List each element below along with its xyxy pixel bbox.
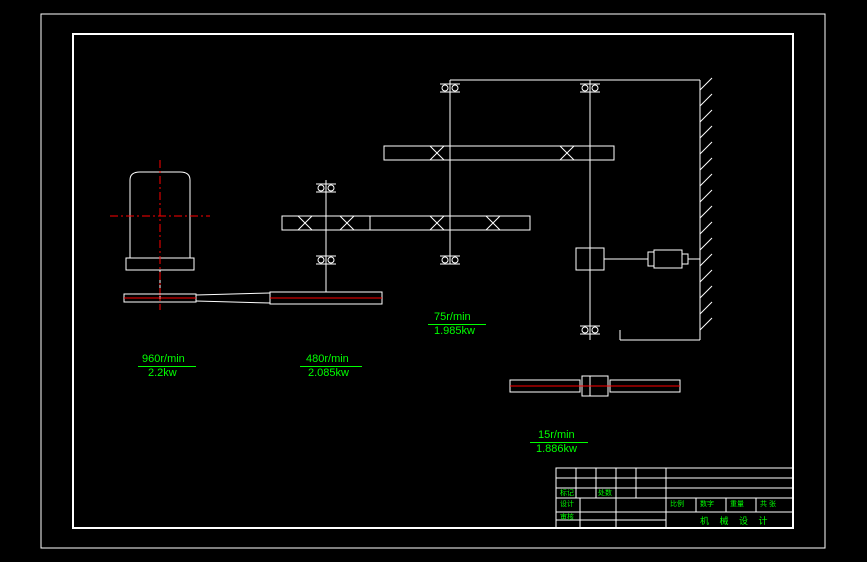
tb-title: 机 械 设 计 — [700, 517, 772, 526]
tb-cell: 数字 — [700, 501, 714, 508]
cad-canvas: 960r/min 2.2kw 480r/min 2.085kw 75r/min … — [0, 0, 867, 562]
tb-cell: 标记 — [560, 490, 574, 497]
stage4-power: 1.886kw — [536, 444, 577, 455]
stage2-power: 2.085kw — [308, 368, 349, 379]
tb-cell: 处数 — [598, 490, 612, 497]
stage1-speed: 960r/min — [142, 354, 185, 365]
tb-cell: 重量 — [730, 501, 744, 508]
tb-cell: 审核 — [560, 514, 574, 521]
stage3-speed: 75r/min — [434, 312, 471, 323]
drawing — [0, 0, 867, 562]
stage3-power: 1.985kw — [434, 326, 475, 337]
stage2-speed: 480r/min — [306, 354, 349, 365]
tb-cell: 共 张 — [760, 501, 776, 508]
stage4-speed: 15r/min — [538, 430, 575, 441]
ground-symbol — [450, 78, 712, 340]
tb-cell: 设计 — [560, 501, 574, 508]
tb-cell: 比例 — [670, 501, 684, 508]
stage1-power: 2.2kw — [148, 368, 177, 379]
